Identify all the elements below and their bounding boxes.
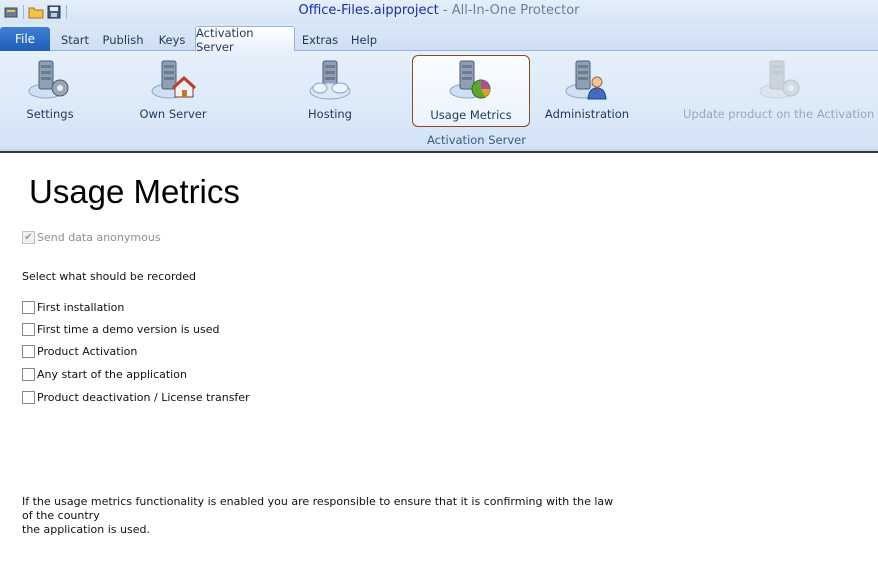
tab-extras[interactable]: Extras <box>300 29 340 51</box>
update-product-button[interactable]: Update product on the Activation Server <box>683 57 878 127</box>
legal-note-line-1: If the usage metrics functionality is en… <box>22 495 614 522</box>
window-title: Office-Files.aipproject - All-In-One Pro… <box>0 3 878 18</box>
ribbon-group-label: Activation Server <box>427 133 526 147</box>
select-recorded-label: Select what should be recorded <box>22 270 197 283</box>
hosting-button[interactable]: Hosting <box>300 57 360 127</box>
own-server-label: Own Server <box>139 107 207 121</box>
app-name: - All-In-One Protector <box>438 3 580 18</box>
usage-metrics-button[interactable]: Usage Metrics <box>412 55 530 127</box>
option-row: Product deactivation / License transfer <box>22 391 250 404</box>
hosting-label: Hosting <box>308 107 352 121</box>
option-row: Product Activation <box>22 345 137 358</box>
own-server-button[interactable]: Own Server <box>138 57 208 127</box>
server-cloud-icon <box>306 57 354 103</box>
tab-help[interactable]: Help <box>346 29 382 51</box>
any-start-label: Any start of the application <box>37 368 187 381</box>
product-deactivation-checkbox[interactable] <box>22 391 35 404</box>
page-title: Usage Metrics <box>29 173 240 210</box>
update-product-label: Update product on the Activation Server <box>683 107 878 121</box>
settings-button[interactable]: Settings <box>20 57 80 127</box>
first-demo-label: First time a demo version is used <box>37 323 220 336</box>
first-installation-label: First installation <box>37 301 125 314</box>
send-anonymous-checkbox[interactable] <box>22 231 35 244</box>
server-gear-icon <box>26 57 74 103</box>
legal-note-line-2: the application is used. <box>22 523 150 536</box>
ribbon-bottom-border <box>0 148 878 153</box>
product-activation-checkbox[interactable] <box>22 345 35 358</box>
server-update-icon <box>757 57 805 103</box>
title-bar: Office-Files.aipproject - All-In-One Pro… <box>0 0 878 24</box>
any-start-checkbox[interactable] <box>22 368 35 381</box>
tab-publish[interactable]: Publish <box>99 29 147 51</box>
tab-start[interactable]: Start <box>56 29 94 51</box>
settings-label: Settings <box>26 107 74 121</box>
tab-activation-server[interactable]: Activation Server <box>195 26 295 54</box>
product-activation-label: Product Activation <box>37 345 138 358</box>
option-row: First time a demo version is used <box>22 323 219 336</box>
product-deactivation-label: Product deactivation / License transfer <box>37 391 250 404</box>
ribbon-tab-row: File Start Publish Keys Activation Serve… <box>0 24 878 54</box>
administration-label: Administration <box>544 107 630 121</box>
server-user-icon <box>563 57 611 103</box>
usage-metrics-page: Usage Metrics Send data anonymous Select… <box>0 155 878 568</box>
ribbon-panel: Settings Own Server Hosting Usage Metric… <box>0 51 878 148</box>
send-anonymous-label: Send data anonymous <box>37 231 161 244</box>
tab-keys[interactable]: Keys <box>153 29 191 51</box>
server-pie-chart-icon <box>447 58 495 104</box>
server-home-icon <box>149 57 197 103</box>
send-anonymous-row: Send data anonymous <box>22 231 161 244</box>
first-installation-checkbox[interactable] <box>22 301 35 314</box>
project-name: Office-Files.aipproject <box>298 3 439 18</box>
tab-file[interactable]: File <box>0 27 50 51</box>
option-row: First installation <box>22 301 124 314</box>
usage-metrics-label: Usage Metrics <box>430 108 512 122</box>
administration-button[interactable]: Administration <box>544 57 630 127</box>
option-row: Any start of the application <box>22 368 187 381</box>
first-demo-checkbox[interactable] <box>22 323 35 336</box>
legal-note: If the usage metrics functionality is en… <box>22 495 622 537</box>
